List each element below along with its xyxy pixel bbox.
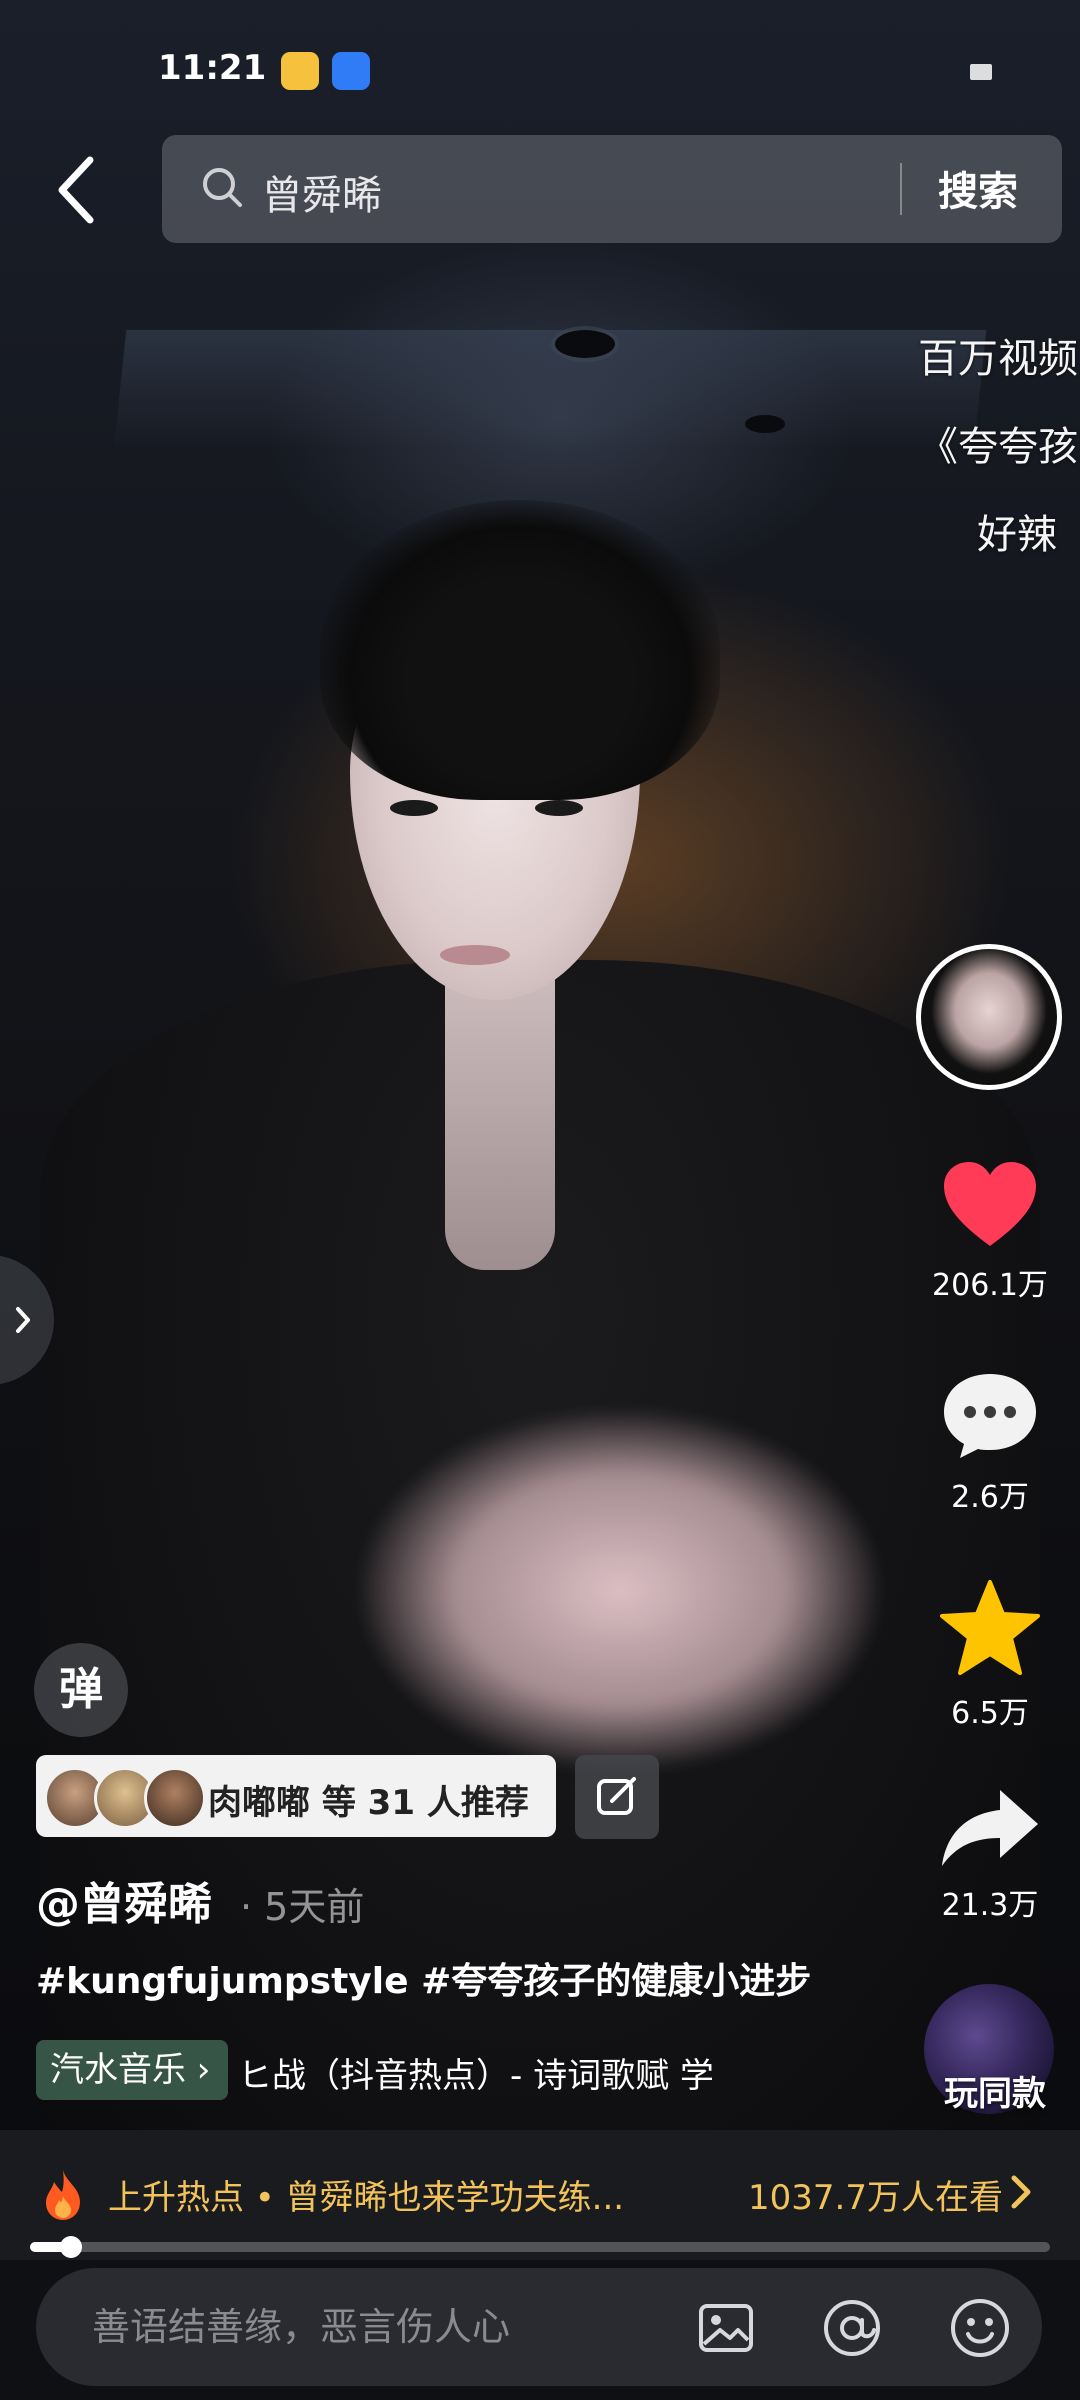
post-caption[interactable]: #kungfujumpstyle #夸夸孩子的健康小进步 xyxy=(36,1952,811,2004)
fire-icon xyxy=(46,2170,80,2220)
comment-count: 2.6万 xyxy=(951,1480,1029,1515)
share-arrow-icon xyxy=(942,1790,1038,1866)
star-icon xyxy=(940,1580,1040,1675)
author-name[interactable]: @曾舜晞 xyxy=(36,1868,212,1932)
person-hair xyxy=(320,500,720,800)
edit-icon xyxy=(597,1777,636,1815)
emoji-icon[interactable] xyxy=(948,2298,1012,2358)
music-title[interactable]: ヒ战（抖音热点）- 诗词歌赋 学 xyxy=(238,2048,714,2097)
comment-button[interactable]: 2.6万 xyxy=(920,1370,1060,1516)
like-button[interactable]: 206.1万 xyxy=(920,1160,1060,1304)
recommend-text: 肉嘟嘟 等 31 人推荐 xyxy=(208,1783,529,1823)
comment-input[interactable] xyxy=(90,2298,694,2356)
trending-viewers: 1037.7万人在看 xyxy=(748,2178,1003,2218)
overlay-text-line: 好辣 xyxy=(977,512,1057,558)
search-bar[interactable]: 曾舜晞 搜索 xyxy=(162,135,1062,243)
music-chip[interactable]: 汽水音乐 › xyxy=(36,2040,228,2100)
battery-icon xyxy=(970,64,992,80)
ceiling-light xyxy=(745,415,785,433)
author-avatar[interactable] xyxy=(916,944,1062,1090)
share-button[interactable]: 21.3万 xyxy=(920,1786,1060,1924)
comment-bar[interactable] xyxy=(36,2268,1042,2386)
danmaku-toggle-button[interactable]: 弹 xyxy=(34,1643,128,1737)
like-count: 206.1万 xyxy=(932,1268,1048,1303)
overlay-text-line: 《夸夸孩 xyxy=(918,424,1078,470)
overlay-text-line: 百万视频 xyxy=(918,336,1078,382)
post-time: · 5天前 xyxy=(240,1885,365,1929)
person-neck xyxy=(445,970,555,1270)
recommender-avatar xyxy=(144,1767,206,1829)
chevron-right-icon xyxy=(1011,2175,1031,2209)
back-button[interactable] xyxy=(48,150,108,230)
favorite-button[interactable]: 6.5万 xyxy=(920,1578,1060,1732)
comment-icon xyxy=(944,1374,1036,1458)
play-same-label[interactable]: 玩同款 xyxy=(930,2066,1060,2115)
person-eye xyxy=(535,800,583,816)
share-count: 21.3万 xyxy=(941,1888,1039,1923)
search-input[interactable]: 曾舜晞 xyxy=(262,163,382,221)
person-eye xyxy=(390,800,438,816)
mention-icon[interactable] xyxy=(820,2298,884,2358)
video-progress-bar[interactable] xyxy=(30,2236,1050,2258)
favorite-count: 6.5万 xyxy=(951,1696,1029,1731)
weibo-app-icon xyxy=(281,52,319,90)
status-time: 11:21 xyxy=(158,48,267,88)
search-icon xyxy=(203,168,242,207)
recommend-chip[interactable]: 肉嘟嘟 等 31 人推荐 xyxy=(36,1755,556,1837)
search-divider xyxy=(900,163,902,215)
trending-bar[interactable]: 上升热点 • 曾舜晞也来学功夫练... 1037.7万人在看 xyxy=(0,2130,1080,2260)
ceiling xyxy=(113,330,987,450)
ceiling-light xyxy=(555,330,615,358)
search-button[interactable]: 搜索 xyxy=(938,159,1018,217)
app-notification-icon xyxy=(332,52,370,90)
person-hands xyxy=(360,1410,880,1770)
progress-thumb[interactable] xyxy=(59,2236,82,2258)
person-lips xyxy=(440,945,510,965)
edit-button[interactable] xyxy=(575,1755,659,1839)
image-icon[interactable] xyxy=(696,2298,756,2358)
chevron-right-icon xyxy=(16,1307,30,1333)
heart-icon xyxy=(944,1162,1036,1246)
chevron-left-icon xyxy=(58,156,94,224)
trending-text: 上升热点 • 曾舜晞也来学功夫练... xyxy=(108,2178,625,2218)
